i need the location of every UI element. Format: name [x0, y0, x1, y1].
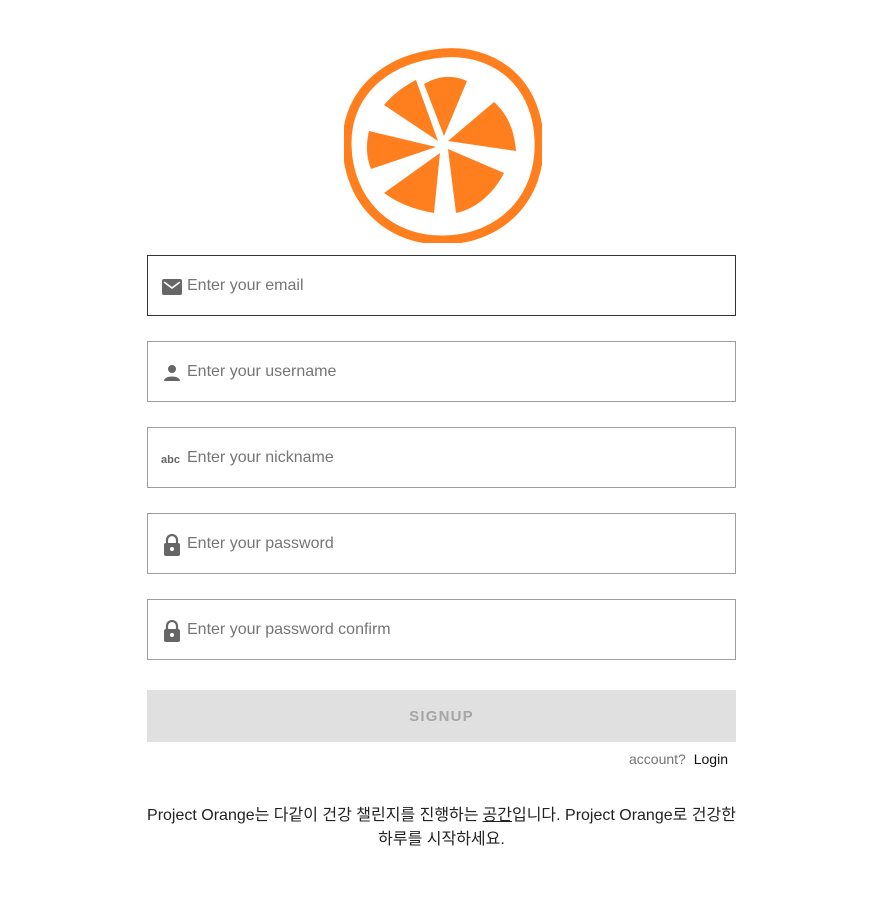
account-question: account? [629, 751, 686, 767]
mail-icon [161, 276, 183, 298]
lock-icon [161, 620, 183, 642]
username-input[interactable] [187, 342, 717, 401]
nickname-field[interactable]: abc [147, 427, 736, 488]
password-confirm-field[interactable] [147, 599, 736, 660]
person-icon [161, 362, 183, 384]
password-field[interactable] [147, 513, 736, 574]
email-input[interactable] [187, 256, 717, 315]
account-row: account? Login [147, 751, 728, 767]
email-field[interactable] [147, 255, 736, 316]
project-description: Project Orange는 다같이 건강 챌린지를 진행하는 공간입니다. P… [147, 804, 736, 852]
signup-button[interactable]: SIGNUP [147, 690, 736, 742]
description-text-1: Project Orange는 다같이 건강 챌린지를 진행하는 [147, 807, 479, 824]
nickname-input[interactable] [187, 428, 717, 487]
password-confirm-input[interactable] [187, 600, 717, 659]
abc-icon: abc [161, 448, 183, 470]
description-underlined: 공간 [482, 807, 512, 824]
orange-slice-logo [342, 47, 544, 245]
svg-text:abc: abc [161, 454, 180, 465]
lock-icon [161, 534, 183, 556]
password-input[interactable] [187, 514, 717, 573]
username-field[interactable] [147, 341, 736, 402]
login-link[interactable]: Login [694, 751, 728, 767]
